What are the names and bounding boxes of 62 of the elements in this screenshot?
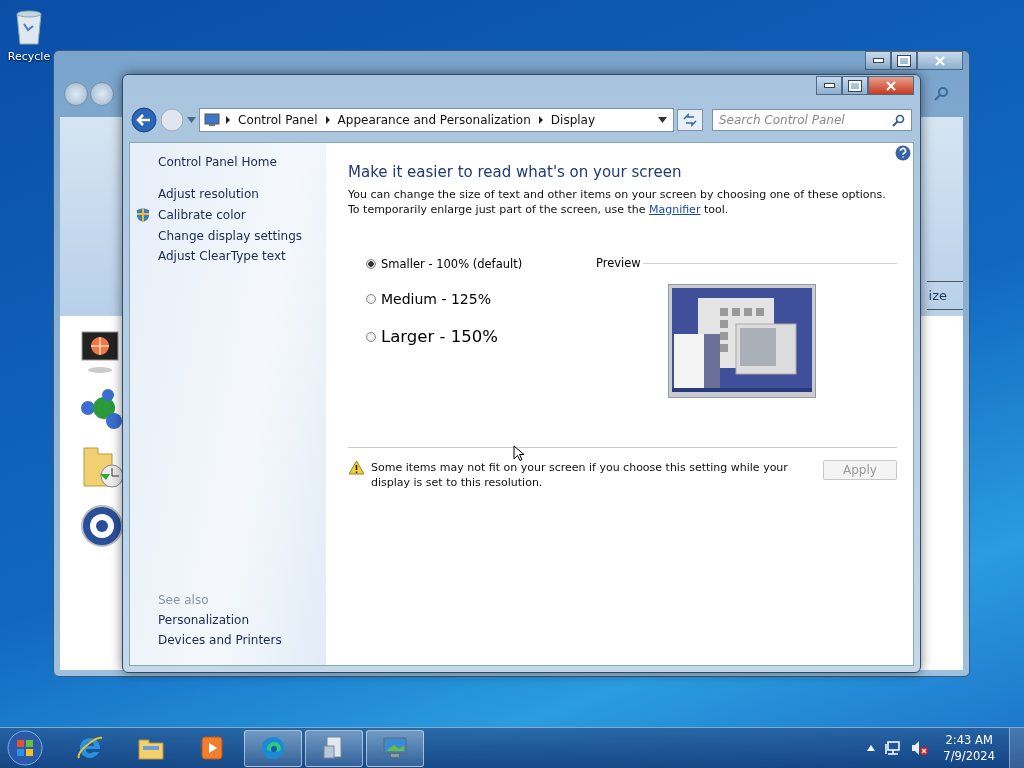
refresh-icon[interactable]: [682, 113, 698, 127]
sidebar-link[interactable]: Devices and Printers: [158, 633, 282, 647]
sidebar-link[interactable]: Control Panel Home: [158, 155, 277, 169]
maximize-button[interactable]: [891, 51, 917, 70]
address-bar[interactable]: Control Panel Appearance and Personalization Display: [199, 108, 674, 132]
close-button[interactable]: [917, 51, 963, 70]
chevron-icon[interactable]: [538, 116, 543, 124]
warning-icon: [348, 460, 365, 475]
mouse-cursor-icon: [513, 445, 526, 462]
dropdown-caret-icon[interactable]: [658, 117, 667, 123]
clock[interactable]: 2:43 AM 7/9/2024: [939, 732, 999, 764]
shield-icon: [136, 207, 150, 223]
sidebar-link[interactable]: Adjust ClearType text: [158, 249, 286, 263]
magnifier-link[interactable]: Magnifier: [648, 203, 701, 216]
chevron-icon[interactable]: [226, 116, 230, 124]
breadcrumb-item[interactable]: Appearance and Personalization: [337, 113, 531, 127]
refresh-button[interactable]: [677, 109, 703, 131]
start-button[interactable]: [7, 730, 43, 766]
taskbar-button[interactable]: [244, 729, 302, 767]
section-heading: See also: [157, 593, 210, 607]
breadcrumb-item[interactable]: Display: [550, 113, 596, 127]
sidebar-link[interactable]: Change display settings: [158, 229, 303, 243]
option-label[interactable]: Smaller - 100% (default): [381, 257, 523, 271]
option-label[interactable]: Medium - 125%: [381, 291, 491, 307]
sidebar-link[interactable]: Calibrate color: [158, 208, 246, 222]
folder-clock-icon: [80, 444, 124, 490]
back-button[interactable]: [131, 107, 157, 133]
warning-text: Some items may not fit on your screen if you choose this setting while your display is set to this resolution.: [371, 460, 789, 490]
network-icon[interactable]: [885, 740, 902, 756]
monitor-icon: [80, 330, 122, 374]
button-label: ize: [926, 281, 963, 310]
search-field[interactable]: Search Control Panel: [712, 109, 912, 131]
breadcrumb-item[interactable]: Control Panel: [238, 113, 318, 127]
taskbar-button[interactable]: [305, 729, 363, 767]
spheres-icon: [80, 388, 124, 430]
radio-button[interactable]: [366, 259, 376, 269]
minimize-button[interactable]: [865, 51, 891, 70]
page-title: Make it easier to read what's on your screen: [348, 163, 683, 181]
radio-button[interactable]: [366, 331, 376, 342]
close-icon[interactable]: [886, 80, 896, 91]
taskbar-button[interactable]: [366, 729, 424, 767]
volume-muted-icon[interactable]: [911, 740, 930, 756]
radio-button[interactable]: [366, 294, 376, 304]
tray-arrow-icon[interactable]: [867, 745, 876, 751]
play-icon: [198, 734, 226, 762]
history-caret-icon[interactable]: [187, 117, 196, 123]
minimize-button[interactable]: [816, 76, 842, 95]
dial-icon: [80, 504, 124, 548]
chevron-icon[interactable]: [325, 116, 330, 124]
search-icon[interactable]: [892, 114, 905, 127]
preview-heading: Preview: [596, 256, 641, 270]
maximize-button[interactable]: [842, 76, 868, 95]
close-button[interactable]: [868, 76, 914, 95]
sidebar-link[interactable]: Adjust resolution: [158, 187, 259, 201]
description-text: You can change the size of text and other items on your screen by choosing one of these options. To temporarily enlarge just part of the screen, use the Magnifier tool.: [348, 187, 887, 217]
help-icon[interactable]: [895, 145, 911, 161]
icon-label[interactable]: Recycle: [7, 50, 51, 63]
show-desktop-button[interactable]: [1009, 728, 1024, 768]
sidebar-link[interactable]: Personalization: [158, 613, 249, 627]
option-label[interactable]: Larger - 150%: [381, 327, 498, 346]
swirl-icon: [259, 734, 287, 762]
control-panel-icon: [204, 113, 220, 127]
